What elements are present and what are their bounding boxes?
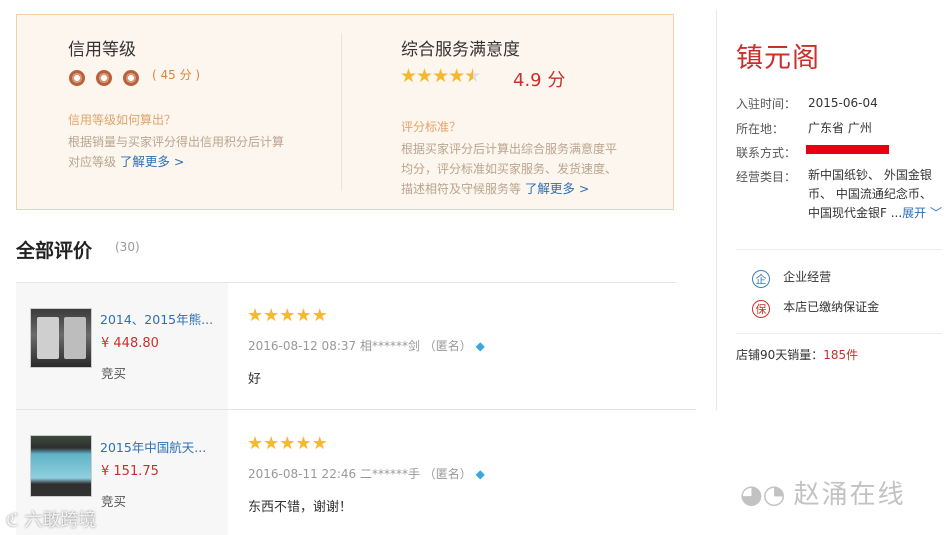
- enterprise-row: 企 企业经营: [752, 268, 831, 288]
- purchase-type: 竞买: [101, 494, 127, 509]
- service-satisfaction-title: 综合服务满意度: [401, 40, 520, 60]
- category-line: 中国现代金银F ...展开 ﹀: [808, 206, 943, 220]
- reviews-title: 全部评价: [16, 240, 93, 262]
- sales-value: 185件: [823, 348, 859, 362]
- review-meta: 2016-08-11 22:46 二******手 （匿名） ◆: [248, 467, 485, 481]
- star-icon: ★: [432, 65, 449, 87]
- star-icon: ★: [416, 65, 433, 87]
- star-icon: ★: [279, 433, 296, 454]
- contact-label: 联系方式：: [736, 146, 797, 160]
- location-value: 广东省 广州: [808, 121, 872, 135]
- coin-icon: [69, 69, 85, 86]
- star-icon: ★: [295, 305, 312, 326]
- contact-redacted-bar: [806, 145, 889, 154]
- enterprise-text: 企业经营: [783, 270, 832, 284]
- panel-divider: [341, 33, 342, 191]
- star-icon: ★: [311, 305, 328, 326]
- credit-coins: [69, 67, 145, 86]
- service-desc-line: 均分，评分标准如买家服务、发货速度、: [401, 162, 618, 176]
- half-star-icon: ★: [464, 65, 481, 87]
- product-link[interactable]: 2015年中国航天...: [100, 437, 220, 456]
- deposit-row: 保 本店已缴纳保证金: [752, 298, 879, 318]
- location-label: 所在地：: [736, 122, 785, 136]
- product-link[interactable]: 2014、2015年熊...: [100, 309, 220, 328]
- star-icon: ★: [400, 65, 417, 87]
- joined-label: 入驻时间：: [736, 97, 797, 111]
- category-label: 经营类目：: [736, 170, 797, 184]
- enterprise-icon: 企: [752, 270, 770, 288]
- product-thumbnail[interactable]: [30, 308, 92, 368]
- product-price: ¥ 151.75: [101, 464, 159, 479]
- credit-description: 根据销量与买家评分得出信用积分后计算 对应等级 了解更多 >: [68, 132, 318, 172]
- credit-question-link[interactable]: 信用等级如何算出？: [68, 111, 176, 128]
- sidebar-divider: [736, 249, 942, 250]
- service-desc-line: 根据买家评分后计算出综合服务满意度平: [401, 142, 618, 156]
- review-comment: 好: [248, 372, 262, 387]
- service-stars: ★★★★★: [400, 65, 481, 87]
- deposit-text: 本店已缴纳保证金: [783, 300, 880, 314]
- reviews-count: (30): [115, 240, 140, 254]
- purchase-type: 竞买: [101, 366, 127, 381]
- service-score: 4.9 分: [513, 70, 566, 91]
- category-line: 币、 中国流通纪念币、: [808, 187, 932, 201]
- star-icon: ★: [295, 433, 312, 454]
- star-icon: ★: [448, 65, 465, 87]
- category-value: 新中国纸钞、 外国金银 币、 中国流通纪念币、 中国现代金银F ...展开 ﹀: [808, 166, 948, 223]
- joined-value: 2015-06-04: [808, 96, 878, 110]
- brand-logo-icon: ℭ: [6, 510, 19, 531]
- star-icon: ★: [311, 433, 328, 454]
- expand-link[interactable]: 展开 ﹀: [902, 206, 942, 220]
- credit-score: ( 45 分 ): [152, 68, 201, 82]
- sidebar-divider: [736, 333, 942, 334]
- diamond-icon: ◆: [475, 467, 485, 481]
- chevron-down-icon: ﹀: [930, 206, 943, 220]
- star-icon: ★: [263, 305, 280, 326]
- credit-level-title: 信用等级: [68, 40, 136, 60]
- wechat-watermark: ◕◔ 赵涌在线: [740, 480, 906, 510]
- credit-desc-line: 根据销量与买家评分得出信用积分后计算: [68, 135, 285, 149]
- coin-slab-image: [37, 317, 59, 359]
- review-stars: ★★★★★: [247, 305, 328, 326]
- rating-panel: 信用等级 ( 45 分 ) 信用等级如何算出？ 根据销量与买家评分得出信用积分后…: [16, 14, 674, 210]
- credit-desc-line: 对应等级 了解更多 >: [68, 154, 185, 169]
- star-icon: ★: [263, 433, 280, 454]
- shop-name[interactable]: 镇元阁: [736, 36, 820, 75]
- review-stars: ★★★★★: [247, 433, 328, 454]
- service-question-link[interactable]: 评分标准？: [401, 118, 461, 135]
- product-price: ¥ 448.80: [101, 336, 159, 351]
- sidebar-separator: [716, 10, 717, 410]
- deposit-icon: 保: [752, 300, 770, 318]
- service-learn-more-link[interactable]: 了解更多 >: [525, 181, 589, 196]
- service-description: 根据买家评分后计算出综合服务满意度平 均分，评分标准如买家服务、发货速度、 描述…: [401, 139, 641, 199]
- coin-icon: [123, 69, 140, 86]
- star-icon: ★: [247, 433, 264, 454]
- service-desc-line: 描述相符及守候服务等 了解更多 >: [401, 181, 590, 196]
- star-icon: ★: [279, 305, 296, 326]
- diamond-icon: ◆: [475, 339, 485, 353]
- coin-slab-image: [64, 317, 86, 359]
- review-comment: 东西不错，谢谢！: [248, 500, 353, 515]
- category-line: 新中国纸钞、 外国金银: [808, 168, 932, 182]
- sales-stat: 店铺90天销量：185件: [736, 348, 859, 362]
- wechat-icon: ◕◔: [740, 480, 786, 510]
- coin-icon: [96, 69, 113, 86]
- credit-learn-more-link[interactable]: 了解更多 >: [120, 154, 184, 169]
- product-thumbnail[interactable]: [30, 435, 92, 497]
- star-icon: ★: [247, 305, 264, 326]
- review-meta: 2016-08-12 08:37 相******剑 （匿名） ◆: [248, 339, 485, 353]
- brand-watermark: ℭ 六敢跨境: [6, 510, 97, 531]
